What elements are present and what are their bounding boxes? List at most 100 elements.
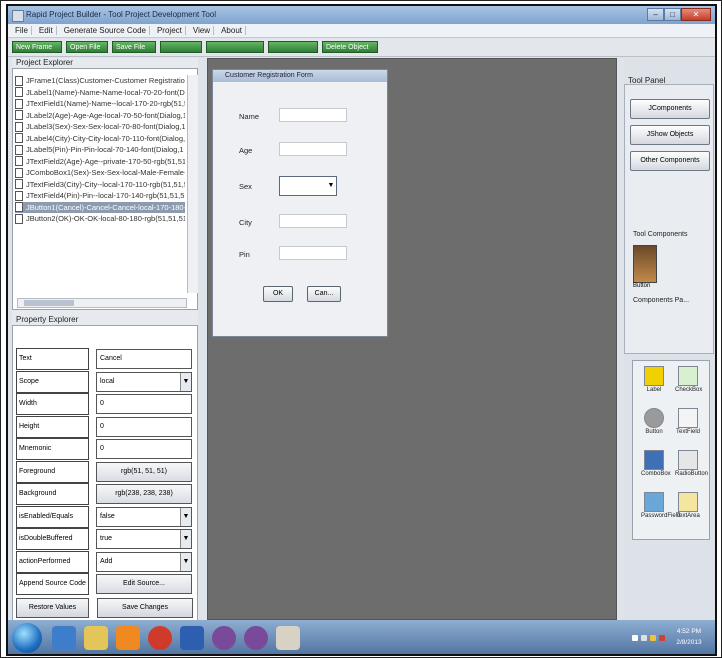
checkbox-icon [678, 366, 698, 386]
toolbar-button-5[interactable] [206, 41, 264, 53]
chrome-taskbar-icon[interactable] [148, 626, 172, 650]
volume-icon[interactable] [650, 635, 656, 641]
project-vertical-scrollbar[interactable] [187, 75, 198, 293]
dropdown-arrow-icon[interactable]: ▼ [180, 507, 191, 526]
button-palette-component[interactable]: Button [641, 407, 667, 443]
word-taskbar-icon[interactable] [180, 626, 204, 650]
menu-file[interactable]: File [12, 26, 32, 35]
property-key: Append Source Code [16, 573, 89, 595]
restore-values-button[interactable]: Restore Values [16, 598, 89, 618]
project-file-row[interactable]: JTextField4(Pin)-Pin--local-170-140-rgb(… [15, 190, 185, 202]
name-input[interactable] [279, 108, 347, 122]
project-file-row[interactable]: JButton1(Cancel)-Cancel-Cancel-local-170… [15, 201, 185, 213]
menu-edit[interactable]: Edit [36, 26, 57, 35]
property-key: Height [16, 415, 89, 438]
pin-input[interactable] [279, 246, 347, 260]
tray-icon[interactable] [632, 635, 638, 641]
project-file-row[interactable]: JComboBox1(Sex)-Sex-Sex-local-Male-Femal… [15, 167, 185, 179]
show-objects-button[interactable]: JShow Objects [630, 125, 710, 145]
app2-taskbar-icon[interactable] [244, 626, 268, 650]
save-file-button[interactable]: Save File [112, 41, 156, 53]
design-workspace[interactable]: Customer Registration Form Name Age Sex … [207, 58, 617, 620]
property-select[interactable]: local ▼ [96, 371, 192, 392]
ie-taskbar-icon[interactable] [52, 626, 76, 650]
save-changes-button[interactable]: Save Changes [97, 598, 193, 618]
new-frame-button[interactable]: New Frame [12, 41, 62, 53]
property-value-input[interactable]: 0 [96, 439, 192, 459]
start-button-icon[interactable] [12, 623, 42, 653]
java-taskbar-icon[interactable] [276, 626, 300, 650]
project-file-row[interactable]: JLabel3(Sex)-Sex-Sex-local-70-80-font(Di… [15, 121, 185, 133]
file-icon [15, 202, 23, 213]
project-file-row[interactable]: JFrame1(Class)Customer-Customer Registra… [15, 75, 185, 87]
label-component[interactable]: Label [641, 365, 667, 401]
open-file-button[interactable]: Open File [66, 41, 108, 53]
maximize-button[interactable]: □ [664, 8, 681, 21]
project-file-row[interactable]: JLabel2(Age)-Age-Age-local-70-50-font(Di… [15, 110, 185, 122]
dropdown-arrow-icon[interactable]: ▼ [180, 552, 191, 571]
textarea-component[interactable]: TextArea [675, 491, 701, 527]
property-select[interactable]: true ▼ [96, 529, 192, 549]
minimize-button[interactable]: – [647, 8, 664, 21]
toolbar-button-6[interactable] [268, 41, 318, 53]
scrollbar-thumb[interactable] [24, 300, 74, 306]
menu-view[interactable]: View [190, 26, 215, 35]
property-button[interactable]: Edit Source... [96, 574, 192, 594]
property-row: actionPerformed Add ▼ [16, 550, 194, 573]
checkbox-component[interactable]: CheckBox [675, 365, 702, 401]
radiobutton-component[interactable]: RadioButton [675, 449, 708, 485]
project-file-row[interactable]: JTextField2(Age)-Age--private-170-50-rgb… [15, 156, 185, 168]
property-value-input[interactable]: 0 [96, 394, 192, 414]
property-value: Edit Source... [122, 580, 166, 587]
taskbar-clock[interactable]: 4:52 PM 2/8/2013 [669, 626, 709, 652]
network-icon[interactable] [641, 635, 647, 641]
title-bar[interactable]: Rapid Project Builder - Tool Project Dev… [8, 6, 715, 24]
form-preview-window[interactable]: Customer Registration Form Name Age Sex … [212, 69, 388, 337]
ok-button[interactable]: OK [263, 286, 293, 302]
project-file-row[interactable]: JTextField1(Name)-Name--local-170-20-rgb… [15, 98, 185, 110]
close-button[interactable]: ✕ [681, 8, 711, 21]
application-window: Rapid Project Builder - Tool Project Dev… [6, 4, 717, 656]
city-input[interactable] [279, 214, 347, 228]
project-explorer-title: Project Explorer [16, 58, 73, 67]
file-icon [15, 98, 23, 109]
delete-object-button[interactable]: Delete Object [322, 41, 378, 53]
file-name: JComboBox1(Sex)-Sex-Sex-local-Male-Femal… [26, 168, 185, 178]
project-file-row[interactable]: JLabel1(Name)-Name-Name-local-70-20-font… [15, 87, 185, 99]
property-button[interactable]: rgb(238, 238, 238) [96, 484, 192, 504]
form-title[interactable]: Customer Registration Form [213, 70, 387, 82]
project-file-row[interactable]: JButton2(OK)-OK-OK-local-80-180-rgb(51,5… [15, 213, 185, 225]
other-components-button[interactable]: Other Components [630, 151, 710, 171]
button-component-icon[interactable] [633, 245, 657, 283]
project-file-row[interactable]: JLabel5(Pin)-Pin-Pin-local-70-140-font(D… [15, 144, 185, 156]
dropdown-arrow-icon[interactable]: ▼ [180, 372, 191, 391]
sex-select[interactable]: ▼ [279, 176, 337, 196]
app1-taskbar-icon[interactable] [212, 626, 236, 650]
textfield-component[interactable]: TextField [675, 407, 701, 443]
property-select[interactable]: Add ▼ [96, 551, 192, 572]
property-value-input[interactable]: Cancel [96, 349, 192, 369]
dropdown-arrow-icon[interactable]: ▼ [180, 530, 191, 548]
property-key: Width [16, 393, 89, 415]
media-taskbar-icon[interactable] [116, 626, 140, 650]
property-value-input[interactable]: 0 [96, 416, 192, 437]
dropdown-arrow-icon[interactable]: ▼ [326, 177, 336, 195]
menu-project[interactable]: Project [154, 26, 186, 35]
menu-generate-source-code[interactable]: Generate Source Code [61, 26, 150, 35]
project-file-row[interactable]: JLabel4(City)-City-City-local-70-110-fon… [15, 133, 185, 145]
folder-taskbar-icon[interactable] [84, 626, 108, 650]
file-icon [15, 156, 23, 167]
project-file-row[interactable]: JTextField3(City)-City--local-170-110-rg… [15, 179, 185, 191]
age-input[interactable] [279, 142, 347, 156]
menu-about[interactable]: About [218, 26, 246, 35]
combobox-component[interactable]: ComboBox [641, 449, 671, 485]
toolbar-button-4[interactable] [160, 41, 202, 53]
property-select[interactable]: false ▼ [96, 506, 192, 527]
jcomponents-button[interactable]: JComponents [630, 99, 710, 119]
file-name: JTextField1(Name)-Name--local-170-20-rgb… [26, 99, 185, 109]
cancel-button[interactable]: Can... [307, 286, 341, 302]
property-button[interactable]: rgb(51, 51, 51) [96, 461, 192, 482]
passwordfield-component[interactable]: PasswordField [641, 491, 680, 527]
flag-icon[interactable] [659, 635, 665, 641]
project-horizontal-scrollbar[interactable] [17, 298, 187, 308]
